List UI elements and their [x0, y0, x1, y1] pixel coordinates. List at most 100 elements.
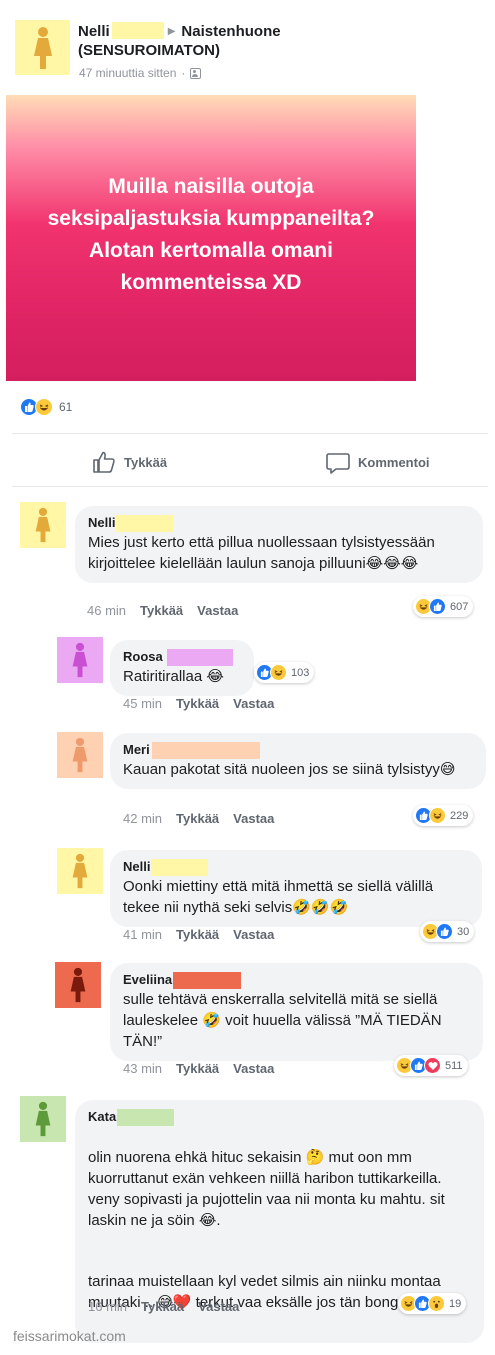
- haha-reaction-icon: [429, 807, 446, 824]
- comment-text: Mies just kerto että pillua nuollessaan …: [88, 534, 435, 572]
- comment-text: Oonki miettiny että mitä ihmettä se siel…: [123, 878, 434, 916]
- comment-reaction-count: 511: [445, 1059, 463, 1072]
- comment-reactions[interactable]: 229: [413, 805, 474, 826]
- commenter-name[interactable]: Kata: [88, 1108, 116, 1126]
- comment-bubble: Nelli Mies just kerto että pillua nuolle…: [75, 506, 483, 583]
- person-icon: [72, 853, 88, 889]
- person-icon: [70, 967, 86, 1003]
- wow-reaction-icon: [428, 1295, 445, 1312]
- comment-text: Ratiritirallaa 😂: [123, 668, 224, 685]
- commenter-avatar[interactable]: [57, 732, 103, 778]
- comment-reaction-count: 607: [450, 600, 469, 613]
- comment-time[interactable]: 41 min: [123, 927, 162, 942]
- comment-bubble: Nelli Oonki miettiny että mitä ihmettä s…: [110, 850, 482, 927]
- divider: [12, 486, 488, 487]
- comment-reactions[interactable]: 19: [398, 1293, 467, 1314]
- privacy-icon: [190, 67, 202, 79]
- post-author-name[interactable]: Nelli: [78, 23, 110, 40]
- redaction-bar: [151, 741, 260, 759]
- commenter-name[interactable]: Meri: [123, 741, 150, 759]
- like-reaction-icon: [429, 598, 446, 615]
- person-icon: [35, 507, 51, 543]
- post-time[interactable]: 47 minuuttia sitten: [79, 66, 176, 80]
- post-meta: 47 minuuttia sitten ·: [79, 66, 202, 80]
- redaction-bar: [111, 22, 164, 39]
- comment-time[interactable]: 16 min: [88, 1299, 127, 1314]
- commenter-name[interactable]: Nelli: [88, 514, 115, 532]
- speech-bubble-icon: [326, 453, 350, 474]
- comment-reply-button[interactable]: Vastaa: [233, 696, 274, 711]
- post-author-avatar[interactable]: [15, 20, 70, 75]
- comment-reply-button[interactable]: Vastaa: [198, 1299, 239, 1314]
- comment-actions: 41 min Tykkää Vastaa: [123, 927, 274, 942]
- comment-text: Kauan pakotat sitä nuoleen jos se siinä …: [123, 761, 456, 778]
- comment-bubble: Eveliina sulle tehtävä enskerralla selvi…: [110, 963, 483, 1061]
- comment-time[interactable]: 43 min: [123, 1061, 162, 1076]
- comment-reactions[interactable]: 511: [394, 1055, 468, 1076]
- caret-right-icon: ▶: [167, 26, 176, 37]
- comment-button-label: Kommentoi: [358, 454, 430, 470]
- comment-button[interactable]: Kommentoi: [326, 450, 430, 474]
- comment-like-button[interactable]: Tykkää: [176, 927, 219, 942]
- commenter-name[interactable]: Eveliina: [123, 971, 172, 989]
- comment-reaction-count: 30: [457, 925, 470, 938]
- like-button-label: Tykkää: [124, 454, 168, 470]
- post-banner[interactable]: Muilla naisilla outoja seksipaljastuksia…: [6, 95, 416, 381]
- comment-like-button[interactable]: Tykkää: [176, 811, 219, 826]
- comment-reactions[interactable]: 607: [413, 596, 474, 617]
- commenter-avatar[interactable]: [20, 1096, 66, 1142]
- comment-like-button[interactable]: Tykkää: [176, 1061, 219, 1076]
- redaction-bar: [173, 971, 242, 989]
- redaction-bar: [116, 514, 174, 532]
- comment-reaction-count: 103: [291, 666, 310, 679]
- comment-actions: 45 min Tykkää Vastaa: [123, 696, 274, 711]
- comment-bubble: Roosa Ratiritirallaa 😂: [110, 640, 254, 696]
- divider: [12, 433, 488, 434]
- comment-like-button[interactable]: Tykkää: [176, 696, 219, 711]
- comment-actions: 43 min Tykkää Vastaa: [123, 1061, 274, 1076]
- commenter-name[interactable]: Nelli: [123, 858, 150, 876]
- person-icon: [35, 1101, 51, 1137]
- haha-reaction-icon: [270, 664, 287, 681]
- comment-reply-button[interactable]: Vastaa: [233, 811, 274, 826]
- redaction-bar: [117, 1108, 175, 1126]
- commenter-name[interactable]: Roosa: [123, 648, 163, 666]
- post-author-line: Nelli ▶ Naistenhuone (SENSUROIMATON): [78, 22, 378, 60]
- comment-text: sulle tehtävä enskerralla selvitellä mit…: [123, 991, 442, 1050]
- comment-actions: 46 min Tykkää Vastaa: [87, 603, 238, 618]
- person-icon: [72, 737, 88, 773]
- comment-reactions[interactable]: 30: [420, 921, 475, 942]
- person-icon: [72, 642, 88, 678]
- comment-reply-button[interactable]: Vastaa: [233, 1061, 274, 1076]
- thumbs-up-icon: [93, 451, 115, 473]
- commenter-avatar[interactable]: [20, 502, 66, 548]
- comment-reply-button[interactable]: Vastaa: [197, 603, 238, 618]
- like-reaction-icon: [436, 923, 453, 940]
- post-reaction-summary[interactable]: 61: [20, 398, 72, 416]
- person-icon: [33, 26, 52, 69]
- comment-like-button[interactable]: Tykkää: [141, 1299, 184, 1314]
- comment-time[interactable]: 46 min: [87, 603, 126, 618]
- redaction-bar: [151, 858, 209, 876]
- comment-like-button[interactable]: Tykkää: [140, 603, 183, 618]
- comment-actions: 16 min Tykkää Vastaa: [88, 1299, 239, 1314]
- watermark: feissarimokat.com: [13, 1328, 126, 1344]
- comment-time[interactable]: 42 min: [123, 811, 162, 826]
- comment-reaction-count: 19: [449, 1297, 462, 1310]
- haha-reaction-icon: [35, 398, 53, 416]
- banner-text: Muilla naisilla outoja seksipaljastuksia…: [47, 175, 375, 294]
- commenter-avatar[interactable]: [57, 637, 103, 683]
- comment-reaction-count: 229: [450, 809, 469, 822]
- commenter-avatar[interactable]: [57, 848, 103, 894]
- comment-paragraph: olin nuorena ehkä hituc sekaisin 🤔 mut o…: [88, 1149, 445, 1229]
- love-reaction-icon: [424, 1057, 441, 1074]
- comment-actions: 42 min Tykkää Vastaa: [123, 811, 274, 826]
- commenter-avatar[interactable]: [55, 962, 101, 1008]
- comment-reactions[interactable]: 103: [254, 662, 315, 683]
- comment-reply-button[interactable]: Vastaa: [233, 927, 274, 942]
- post-reaction-count: 61: [59, 400, 73, 414]
- comment-time[interactable]: 45 min: [123, 696, 162, 711]
- comment-bubble: Meri Kauan pakotat sitä nuoleen jos se s…: [110, 733, 486, 789]
- redaction-bar: [166, 648, 233, 666]
- like-button[interactable]: Tykkää: [92, 450, 167, 474]
